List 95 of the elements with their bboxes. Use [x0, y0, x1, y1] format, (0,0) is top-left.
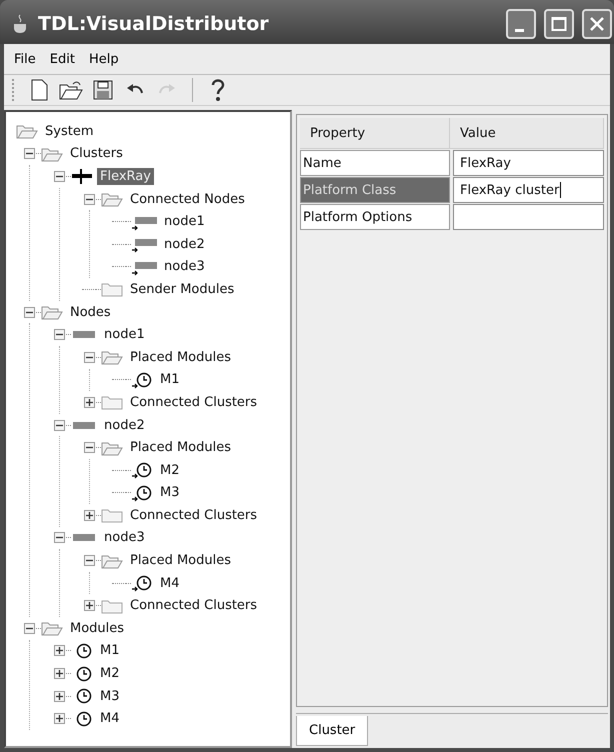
tree-item[interactable]: M4 — [157, 574, 182, 592]
tree-item[interactable]: FlexRay — [97, 168, 154, 185]
open-folder-icon — [101, 440, 123, 456]
tree-item[interactable]: Connected Nodes — [127, 190, 248, 208]
text-cursor — [560, 182, 562, 198]
tree-item[interactable]: node1 — [101, 326, 148, 344]
folder-icon — [101, 394, 123, 410]
linked-clock-icon — [131, 484, 153, 502]
bus-icon — [71, 167, 93, 186]
collapse-toggle[interactable] — [84, 194, 94, 205]
tree-item[interactable]: Sender Modules — [127, 280, 238, 298]
minimize-icon — [514, 28, 524, 32]
node-icon — [73, 534, 95, 542]
expand-toggle[interactable] — [54, 690, 64, 702]
menu-item[interactable]: Edit — [46, 50, 79, 68]
close-button[interactable] — [582, 9, 612, 39]
collapse-toggle[interactable] — [24, 306, 34, 318]
plus-icon — [86, 602, 92, 610]
property-name[interactable]: Platform Class — [300, 177, 450, 203]
maximize-button[interactable] — [544, 9, 574, 39]
tree-item[interactable]: node1 — [161, 213, 208, 230]
linked-clock-icon — [131, 370, 153, 389]
save-icon — [93, 80, 113, 100]
open-folder-icon — [41, 146, 63, 162]
node-icon — [73, 331, 95, 338]
property-value-field[interactable]: FlexRay cluster — [453, 177, 604, 203]
tree-item[interactable]: Placed Modules — [127, 552, 234, 570]
collapse-toggle[interactable] — [24, 148, 34, 160]
plus-icon — [86, 398, 92, 406]
expand-toggle[interactable] — [84, 510, 94, 521]
menu-item[interactable]: Help — [84, 50, 123, 68]
tree-item[interactable]: node2 — [101, 416, 148, 434]
property-name[interactable]: Name — [300, 150, 450, 176]
open-folder-icon — [59, 80, 83, 100]
new-file-icon — [30, 79, 48, 101]
collapse-toggle[interactable] — [54, 329, 64, 340]
property-name[interactable]: Platform Options — [300, 204, 450, 230]
expand-toggle[interactable] — [54, 645, 64, 656]
tree-item[interactable]: Nodes — [67, 304, 114, 321]
collapse-toggle[interactable] — [54, 420, 64, 431]
tree-item[interactable]: Connected Clusters — [127, 506, 260, 524]
tree-item[interactable]: Placed Modules — [127, 348, 234, 366]
tree-item[interactable]: Modules — [67, 620, 128, 637]
menu-item[interactable]: File — [10, 50, 40, 68]
tree-item[interactable]: M3 — [157, 484, 182, 502]
expand-toggle[interactable] — [54, 668, 64, 680]
tree-item[interactable]: M1 — [157, 371, 182, 388]
collapse-toggle[interactable] — [84, 555, 94, 566]
property-value-field[interactable]: FlexRay — [453, 150, 604, 176]
collapse-toggle[interactable] — [54, 532, 64, 544]
tree-item[interactable]: M3 — [97, 688, 122, 705]
folder-icon — [101, 598, 123, 614]
plus-icon — [86, 512, 92, 519]
open-folder-icon — [41, 304, 63, 320]
tree-item[interactable]: M2 — [157, 462, 182, 479]
collapse-toggle[interactable] — [84, 442, 94, 454]
plus-icon — [56, 692, 62, 700]
minimize-button[interactable] — [506, 9, 536, 39]
help-icon — [210, 78, 226, 102]
column-header[interactable]: Value — [450, 118, 604, 148]
tree-item[interactable]: M4 — [97, 710, 122, 728]
tree-item[interactable]: node3 — [101, 529, 148, 546]
collapse-toggle[interactable] — [54, 170, 64, 182]
tree-item[interactable]: M1 — [97, 642, 122, 660]
tree-item[interactable]: Connected Clusters — [127, 394, 260, 411]
tab[interactable]: Cluster — [296, 716, 368, 746]
maximize-icon — [551, 16, 567, 32]
open-folder-icon — [101, 552, 123, 569]
window-title: TDL:VisualDistributor — [38, 13, 270, 35]
collapse-toggle[interactable] — [84, 352, 94, 363]
column-header[interactable]: Property — [300, 118, 450, 148]
expand-toggle[interactable] — [84, 396, 94, 408]
collapse-toggle[interactable] — [24, 622, 34, 634]
folder-icon — [101, 281, 123, 298]
linked-clock-icon — [131, 461, 153, 480]
expand-toggle[interactable] — [54, 713, 64, 724]
plus-icon — [56, 647, 62, 654]
tree-item[interactable]: node2 — [161, 236, 208, 253]
tree-item[interactable]: System — [42, 122, 96, 140]
expand-toggle[interactable] — [84, 600, 94, 612]
property-value-field[interactable] — [453, 204, 604, 230]
tree-item[interactable]: Connected Clusters — [127, 597, 260, 614]
open-folder-icon — [41, 620, 63, 636]
tree-item[interactable]: Clusters — [67, 145, 126, 162]
tree-item[interactable]: node3 — [161, 258, 208, 276]
tree-item[interactable]: M2 — [97, 665, 122, 682]
linked-clock-icon — [131, 574, 153, 592]
folder-icon — [101, 507, 123, 524]
plus-icon — [56, 670, 62, 678]
node-icon — [73, 422, 95, 429]
plus-icon — [56, 715, 62, 722]
open-folder-icon — [101, 349, 123, 366]
open-folder-icon — [101, 191, 123, 208]
tree-item[interactable]: Placed Modules — [127, 439, 234, 456]
close-icon — [589, 16, 605, 32]
